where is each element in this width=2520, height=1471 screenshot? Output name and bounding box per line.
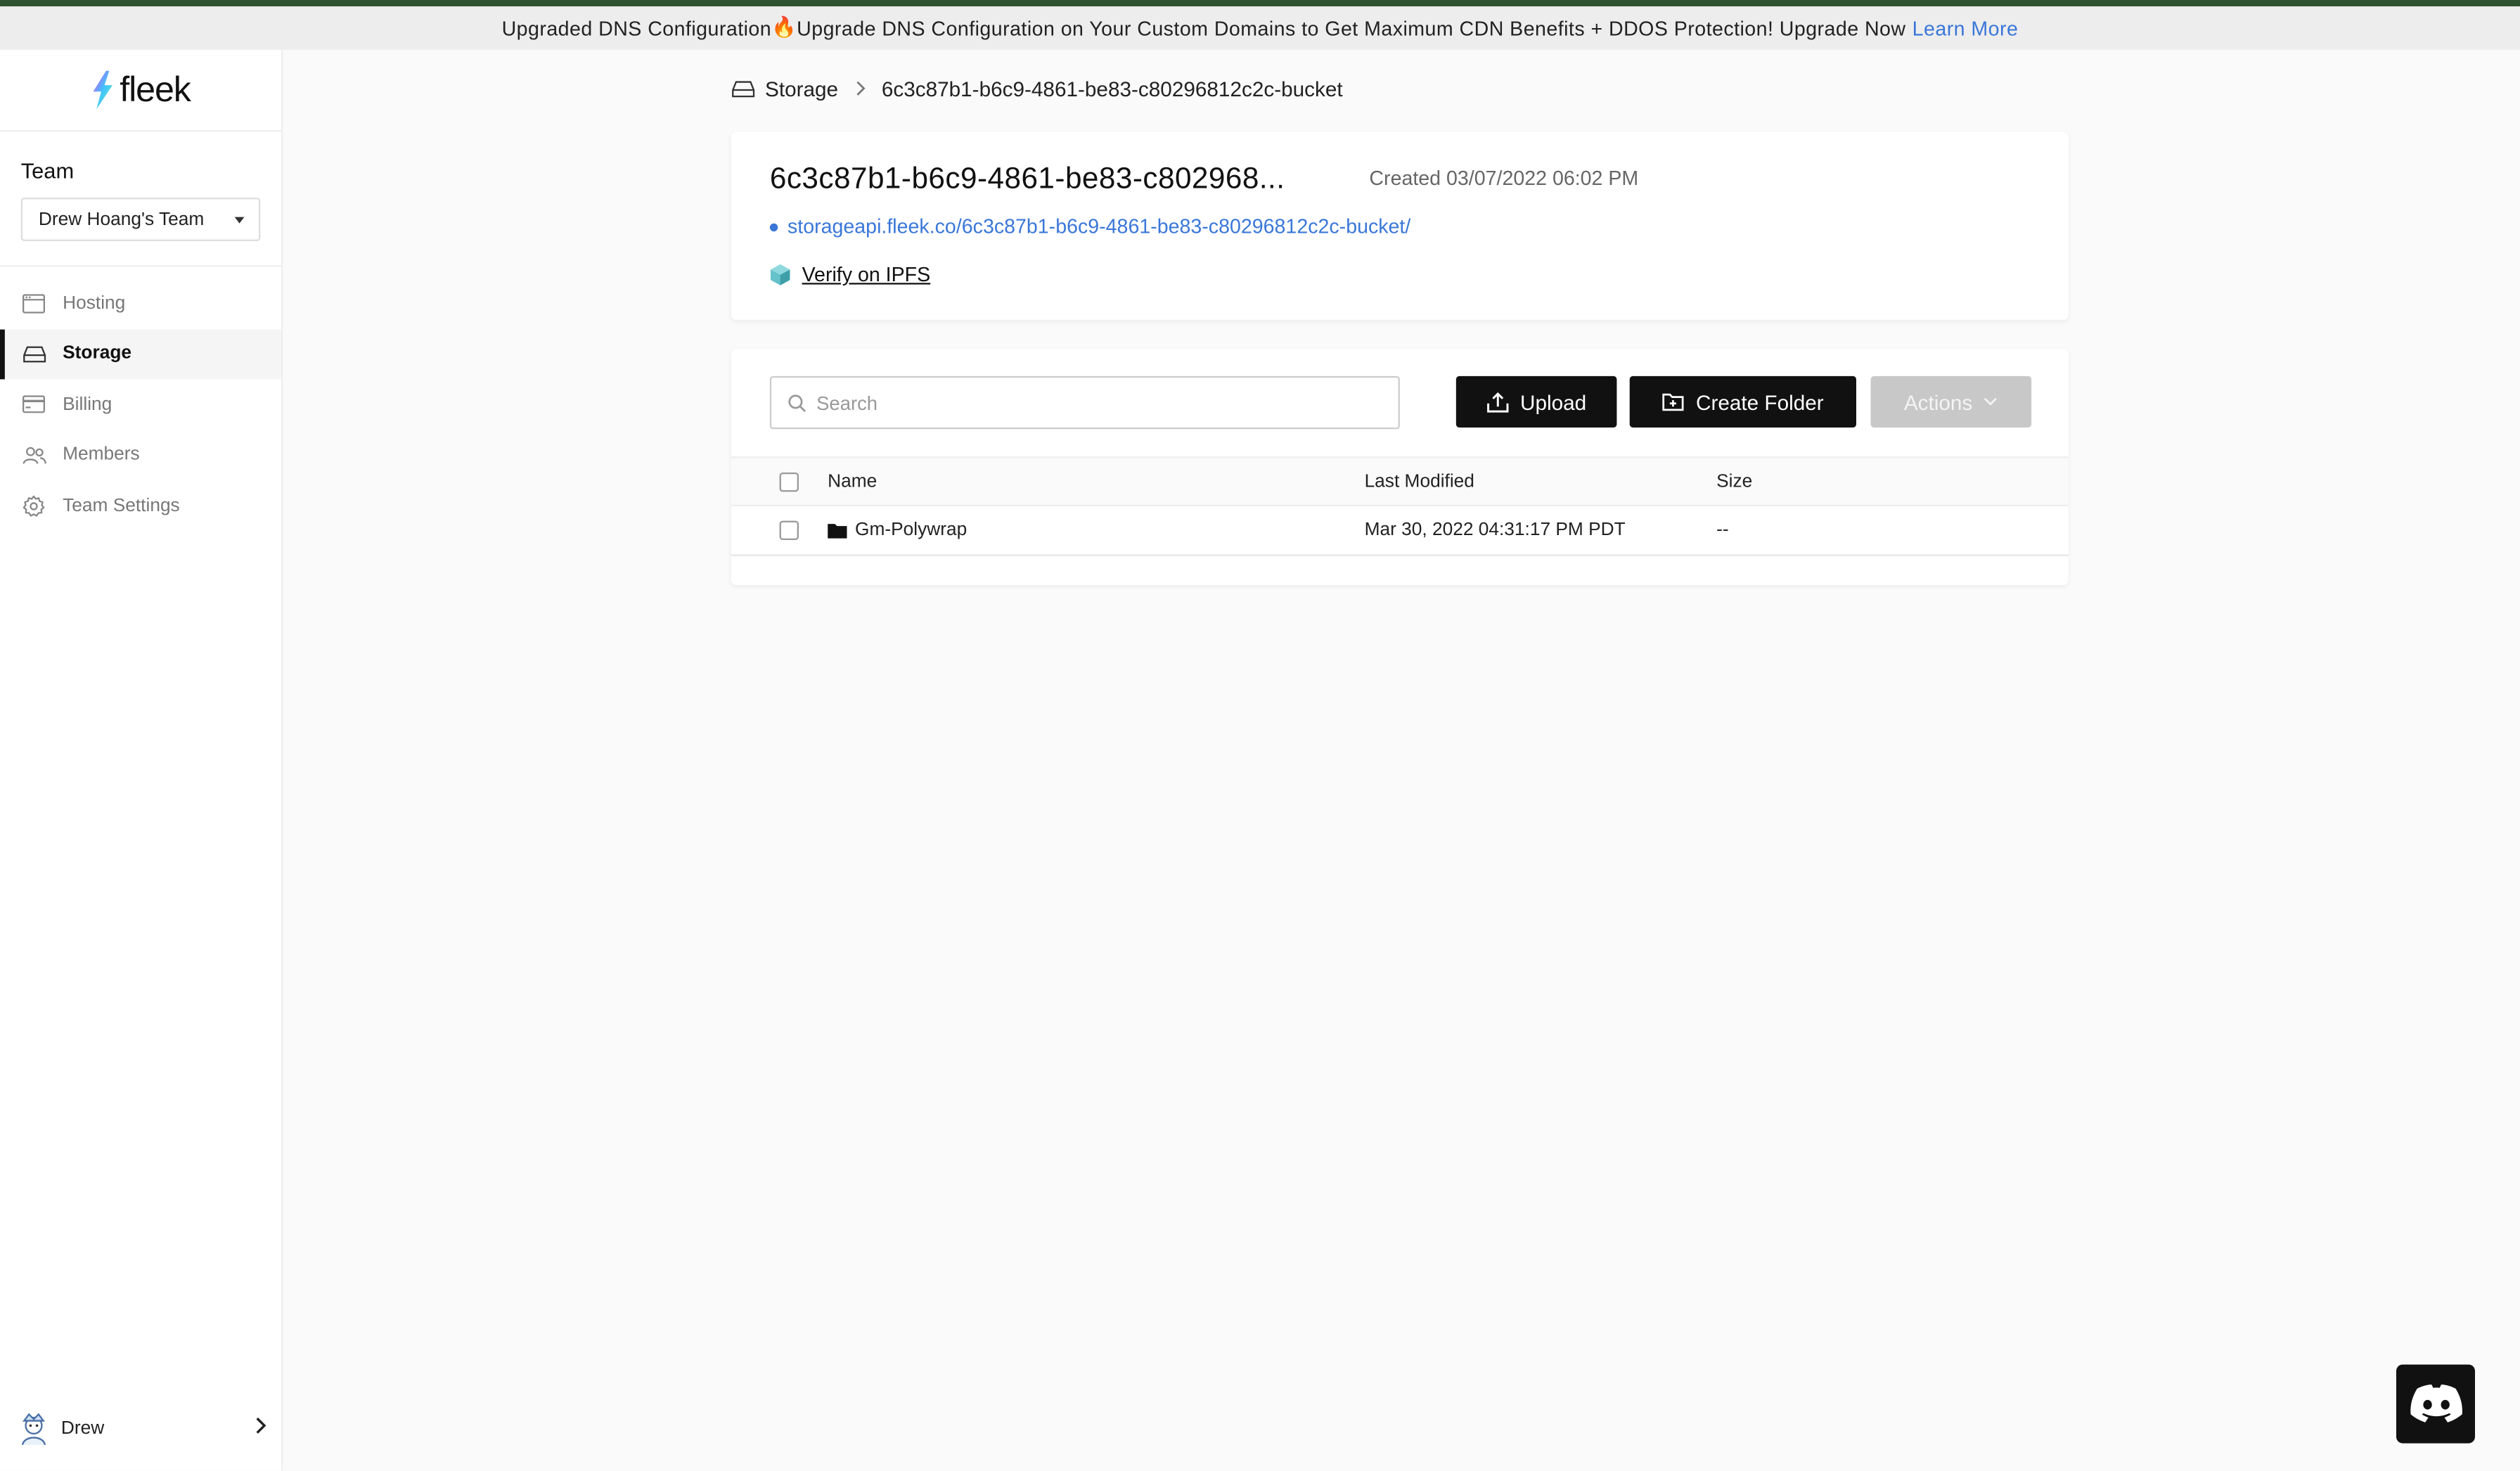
search-icon bbox=[788, 393, 806, 412]
select-all-cell bbox=[779, 458, 799, 504]
verify-ipfs-label: Verify on IPFS bbox=[802, 263, 931, 286]
sidebar-item-billing[interactable]: Billing bbox=[0, 379, 281, 430]
upload-label: Upload bbox=[1520, 390, 1587, 414]
actions-dropdown[interactable]: Actions bbox=[1870, 375, 2032, 428]
actions-label: Actions bbox=[1903, 390, 1973, 414]
ipfs-cube-icon bbox=[770, 264, 790, 285]
chevron-down-icon bbox=[1984, 397, 1998, 406]
row-last-modified: Mar 30, 2022 04:31:17 PM PDT bbox=[1364, 520, 1626, 540]
storage-api-link[interactable]: storageapi.fleek.co/6c3c87b1-b6c9-4861-b… bbox=[769, 215, 1411, 238]
files-card: Search Upload Create Folder Actions Name… bbox=[731, 348, 2069, 585]
bucket-info-card: 6c3c87b1-b6c9-4861-be83-c802968... Creat… bbox=[731, 131, 2069, 320]
gear-icon bbox=[21, 493, 47, 519]
breadcrumb-current: 6c3c87b1-b6c9-4861-be83-c80296812c2c-buc… bbox=[881, 76, 1343, 101]
announcement-banner: Upgraded DNS Configuration 🔥 Upgrade DNS … bbox=[0, 6, 2520, 50]
sidebar-item-label: Team Settings bbox=[63, 496, 180, 516]
members-icon bbox=[21, 442, 47, 468]
row-select-cell bbox=[779, 506, 799, 555]
row-size: -- bbox=[1716, 520, 1729, 540]
user-menu[interactable]: Drew bbox=[16, 1410, 270, 1448]
table-row[interactable]: Gm-Polywrap Mar 30, 2022 04:31:17 PM PDT… bbox=[731, 506, 2069, 556]
user-name: Drew bbox=[60, 1419, 105, 1439]
breadcrumb: Storage 6c3c87b1-b6c9-4861-be83-c8029681… bbox=[731, 71, 1343, 106]
table-header: Name Last Modified Size bbox=[731, 456, 2069, 506]
sidebar-item-label: Members bbox=[63, 445, 140, 465]
hosting-icon bbox=[21, 290, 47, 316]
caret-down-icon bbox=[234, 217, 245, 224]
fire-icon: 🔥 bbox=[771, 15, 797, 39]
storage-icon bbox=[731, 79, 755, 97]
bullet-dot bbox=[769, 222, 778, 231]
verify-ipfs-link[interactable]: Verify on IPFS bbox=[770, 264, 930, 286]
row-name-cell[interactable]: Gm-Polywrap bbox=[828, 506, 967, 555]
banner-text-after: Upgrade DNS Configuration on Your Custom… bbox=[797, 16, 1906, 39]
row-checkbox[interactable] bbox=[779, 520, 799, 540]
team-label: Team bbox=[20, 159, 75, 184]
top-accent-bar bbox=[0, 0, 2520, 7]
logo-text: fleek bbox=[120, 69, 191, 110]
sidebar-item-hosting[interactable]: Hosting bbox=[0, 278, 281, 328]
select-all-checkbox[interactable] bbox=[779, 471, 799, 492]
team-select-value: Drew Hoang's Team bbox=[38, 210, 205, 229]
sidebar-item-label: Hosting bbox=[63, 293, 126, 314]
discord-icon bbox=[2410, 1383, 2462, 1422]
sidebar-item-storage[interactable]: Storage bbox=[0, 328, 281, 380]
sidebar-item-label: Billing bbox=[63, 394, 112, 415]
team-select[interactable]: Drew Hoang's Team bbox=[20, 198, 261, 241]
create-folder-button[interactable]: Create Folder bbox=[1629, 375, 1856, 428]
create-folder-label: Create Folder bbox=[1695, 390, 1824, 414]
upload-icon bbox=[1486, 391, 1509, 412]
sidebar-item-label: Storage bbox=[63, 344, 132, 364]
learn-more-link[interactable]: Learn More bbox=[1912, 17, 2019, 39]
discord-chat-button[interactable] bbox=[2396, 1364, 2475, 1444]
billing-icon bbox=[21, 392, 47, 418]
folder-icon bbox=[828, 524, 847, 539]
bucket-created-date: Created 03/07/2022 06:02 PM bbox=[1369, 167, 1639, 190]
breadcrumb-storage-link[interactable]: Storage bbox=[765, 77, 838, 101]
sidebar: fleek Team Drew Hoang's Team Hosting Sto… bbox=[0, 49, 283, 1471]
storage-icon bbox=[21, 341, 47, 367]
app-root: Upgraded DNS Configuration 🔥 Upgrade DNS … bbox=[0, 0, 2520, 1471]
column-header-size[interactable]: Size bbox=[1716, 458, 1752, 504]
sidebar-divider bbox=[0, 265, 281, 267]
banner-text-before: Upgraded DNS Configuration bbox=[501, 16, 772, 39]
chevron-right-icon bbox=[854, 80, 866, 96]
sidebar-item-team-settings[interactable]: Team Settings bbox=[0, 480, 281, 531]
logo[interactable]: fleek bbox=[0, 50, 281, 132]
fleek-bolt-icon bbox=[92, 70, 112, 110]
chevron-right-icon bbox=[256, 1417, 266, 1434]
sidebar-item-members[interactable]: Members bbox=[0, 430, 281, 480]
column-header-last-modified[interactable]: Last Modified bbox=[1365, 458, 1474, 504]
folder-name: Gm-Polywrap bbox=[854, 520, 968, 540]
storage-api-url: storageapi.fleek.co/6c3c87b1-b6c9-4861-b… bbox=[787, 215, 1411, 238]
folder-plus-icon bbox=[1662, 393, 1685, 411]
search-placeholder: Search bbox=[816, 391, 878, 414]
bucket-title: 6c3c87b1-b6c9-4861-be83-c802968... bbox=[769, 160, 1285, 195]
search-input[interactable]: Search bbox=[769, 375, 1400, 430]
avatar bbox=[21, 1413, 46, 1446]
sidebar-nav: Hosting Storage Billing Members Team Set… bbox=[0, 278, 281, 531]
column-header-name[interactable]: Name bbox=[828, 458, 877, 504]
upload-button[interactable]: Upload bbox=[1455, 375, 1617, 428]
